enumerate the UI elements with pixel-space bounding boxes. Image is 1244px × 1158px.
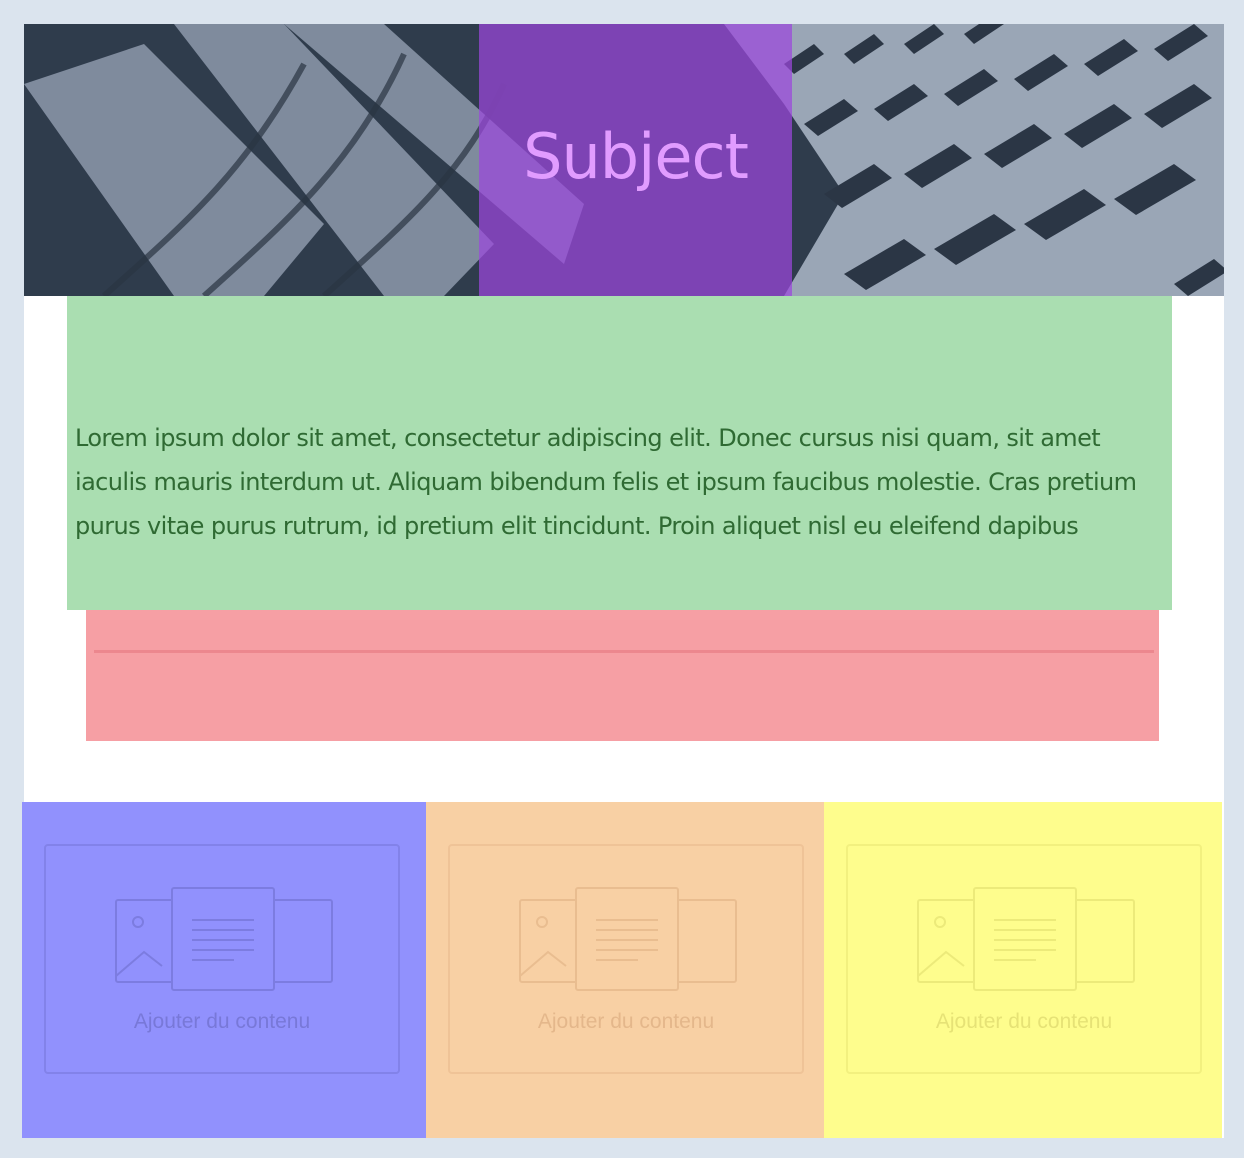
column-2[interactable]: Ajouter du contenu xyxy=(426,802,824,1138)
add-content-icon xyxy=(115,887,333,991)
add-content-icon xyxy=(917,887,1135,991)
add-content-label[interactable]: Ajouter du contenu xyxy=(848,1010,1200,1034)
divider-block[interactable] xyxy=(86,610,1159,741)
column-3[interactable]: Ajouter du contenu xyxy=(824,802,1222,1138)
body-paragraph[interactable]: Lorem ipsum dolor sit amet, consectetur … xyxy=(75,416,1165,548)
add-content-placeholder[interactable]: Ajouter du contenu xyxy=(448,844,804,1074)
text-block[interactable]: Lorem ipsum dolor sit amet, consectetur … xyxy=(67,296,1172,610)
column-1[interactable]: Ajouter du contenu xyxy=(22,802,426,1138)
header-title[interactable]: Subject xyxy=(479,120,792,193)
add-content-placeholder[interactable]: Ajouter du contenu xyxy=(846,844,1202,1074)
add-content-label[interactable]: Ajouter du contenu xyxy=(450,1010,802,1034)
add-content-label[interactable]: Ajouter du contenu xyxy=(46,1010,398,1034)
add-content-icon xyxy=(519,887,737,991)
add-content-placeholder[interactable]: Ajouter du contenu xyxy=(44,844,400,1074)
email-canvas: Subject Lorem ipsum dolor sit amet, cons… xyxy=(22,24,1224,1138)
hero-image: Subject xyxy=(24,24,1224,296)
divider-line xyxy=(94,650,1154,653)
